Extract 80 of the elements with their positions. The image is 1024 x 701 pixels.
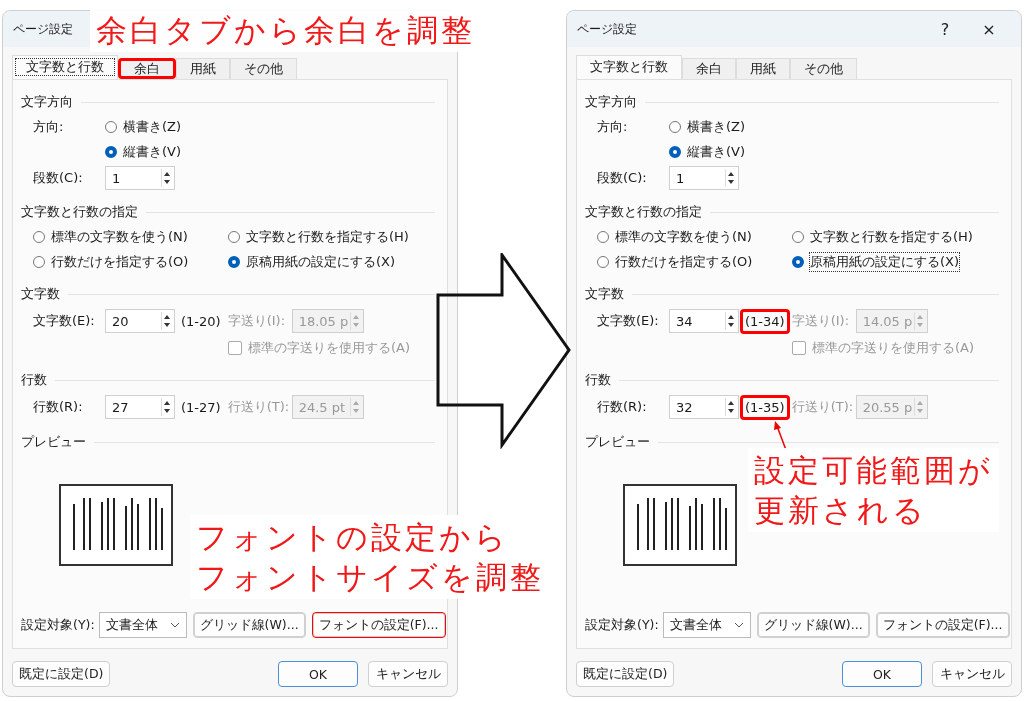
tab[interactable]: その他 (790, 58, 857, 79)
tab[interactable]: 文字数と行数 (576, 55, 682, 79)
tab[interactable]: 用紙 (736, 58, 790, 79)
close-button[interactable]: × (967, 14, 1011, 44)
section-heading: 文字数と行数の指定 (21, 203, 138, 221)
radio-option[interactable]: 横書き(Z) (105, 117, 182, 136)
section-heading: 文字方向 (21, 93, 73, 111)
radio-option[interactable]: 標準の文字数を使う(N) (597, 227, 792, 246)
section-heading: 文字数 (21, 285, 60, 303)
spin-arrows-icon[interactable] (725, 169, 736, 187)
annotation-text: フォントサイズを調整 (196, 558, 544, 597)
dialog-button[interactable]: グリッド線(W)... (756, 612, 870, 638)
field-label: 文字数(E): (33, 312, 96, 330)
field-label: 行数(R): (597, 398, 648, 416)
tab[interactable]: 余白 (682, 58, 736, 79)
section-heading: 文字方向 (585, 93, 637, 111)
dialog-button[interactable]: キャンセル (932, 661, 1012, 687)
chevron-icon[interactable] (169, 622, 180, 628)
spin-arrows-icon[interactable] (161, 312, 172, 330)
number-field[interactable]: 1 (105, 166, 175, 190)
dialog-button[interactable]: グリッド線(W)... (192, 612, 306, 638)
section-heading: 行数 (21, 371, 47, 389)
annotation-text: 余白タブから余白を調整 (96, 11, 475, 50)
spin-arrows-icon[interactable] (161, 169, 172, 187)
window-title: ページ設定 (13, 20, 73, 38)
dialog-button[interactable]: 既定に設定(D) (576, 661, 675, 687)
field-label: 行送り(T): (227, 398, 291, 416)
dropdown[interactable]: 文書全体 (98, 612, 187, 638)
range-text: (1-35) (740, 394, 790, 420)
radio-option[interactable]: 原稿用紙の設定にする(X) (792, 252, 999, 271)
tab[interactable]: 文字数と行数 (12, 55, 118, 79)
radio-option[interactable]: 行数だけを指定する(O) (597, 252, 792, 271)
radio-option[interactable]: 原稿用紙の設定にする(X) (228, 252, 435, 271)
radio-option[interactable]: 縦書き(V) (669, 142, 746, 161)
field-label: 行送り(T): (791, 398, 855, 416)
range-text: (1-34) (740, 308, 790, 334)
tab[interactable]: 用紙 (176, 58, 230, 79)
section-heading: プレビュー (21, 433, 86, 451)
field-label: 段数(C): (597, 169, 648, 187)
dialog-button[interactable]: フォントの設定(F)... (875, 612, 1010, 638)
help-button[interactable]: ? (923, 14, 967, 44)
radio-option[interactable]: 標準の文字数を使う(N) (33, 227, 228, 246)
section-heading: プレビュー (585, 433, 650, 451)
dropdown[interactable]: 文書全体 (662, 612, 751, 638)
number-field[interactable]: 1 (669, 166, 739, 190)
field-label: 方向: (597, 117, 629, 136)
section-heading: 文字数 (585, 285, 624, 303)
tab[interactable]: 余白 (118, 58, 176, 79)
spin-arrows-icon[interactable] (725, 398, 736, 416)
range-text: (1-20) (180, 312, 222, 331)
range-text: (1-27) (180, 398, 222, 417)
tab[interactable]: その他 (230, 58, 297, 79)
chevron-icon[interactable] (733, 622, 744, 628)
section-heading: 行数 (585, 371, 611, 389)
field-label: 字送り(I): (791, 312, 850, 330)
section-heading: 文字数と行数の指定 (585, 203, 702, 221)
window-title: ページ設定 (577, 20, 637, 38)
pointer-arrow (774, 421, 787, 451)
field-label: 方向: (33, 117, 65, 136)
field-label: 設定対象(Y): (21, 616, 95, 634)
field-label: 行数(R): (33, 398, 84, 416)
spin-arrows-icon[interactable] (161, 398, 172, 416)
dialog-button[interactable]: OK (842, 661, 922, 687)
radio-option[interactable]: 横書き(Z) (669, 117, 746, 136)
annotation-text: 設定可能範囲が (754, 451, 993, 490)
field-label: 段数(C): (33, 169, 84, 187)
dialog-button[interactable]: キャンセル (368, 661, 448, 687)
field-label: 文字数(E): (597, 312, 660, 330)
field-label: 設定対象(Y): (585, 616, 659, 634)
radio-option[interactable]: 文字数と行数を指定する(H) (228, 227, 435, 246)
annotation-text: フォントの設定から (196, 518, 510, 557)
dialog-button[interactable]: OK (278, 661, 358, 687)
radio-option[interactable]: 行数だけを指定する(O) (33, 252, 228, 271)
dialog-button[interactable]: 既定に設定(D) (12, 661, 111, 687)
radio-option[interactable]: 文字数と行数を指定する(H) (792, 227, 999, 246)
annotation-text: 更新される (754, 491, 928, 530)
radio-option[interactable]: 縦書き(V) (105, 142, 182, 161)
field-label: 字送り(I): (227, 312, 286, 330)
spin-arrows-icon[interactable] (725, 312, 736, 330)
dialog-button[interactable]: フォントの設定(F)... (311, 612, 446, 638)
